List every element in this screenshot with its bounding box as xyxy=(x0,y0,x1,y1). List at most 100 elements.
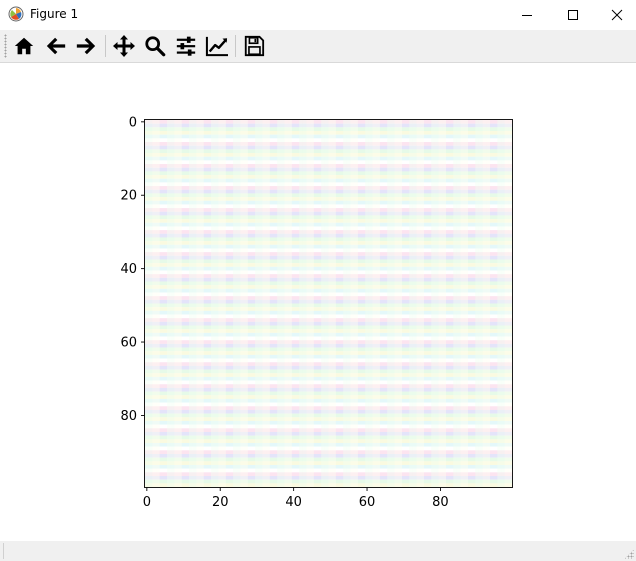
heatmap-column-tint xyxy=(478,120,483,487)
x-tick-label: 80 xyxy=(432,495,449,510)
heatmap-column-tint xyxy=(170,120,175,487)
heatmap-column-tint xyxy=(306,120,311,487)
close-icon xyxy=(611,9,623,20)
heatmap-column-tint xyxy=(280,120,285,487)
heatmap-column-tint xyxy=(148,120,153,487)
pan-button[interactable] xyxy=(111,33,137,59)
heatmap-column-tint xyxy=(497,120,502,487)
heatmap-column-tint xyxy=(152,120,157,487)
toolbar-grip[interactable] xyxy=(4,34,7,58)
heatmap-column-tint xyxy=(500,120,505,487)
heatmap-column-tint xyxy=(486,120,491,487)
heatmap-column-tint xyxy=(233,120,237,487)
heatmap-column-tint xyxy=(174,120,179,487)
line-chart-icon xyxy=(205,36,228,57)
heatmap-column-tint xyxy=(460,120,465,487)
arrow-left-icon xyxy=(46,37,66,55)
heatmap-column-tint xyxy=(156,120,160,487)
heatmap-column-tint xyxy=(368,120,373,487)
y-tick-label: 0 xyxy=(129,115,137,130)
title-bar: Figure 1 xyxy=(0,0,636,29)
heatmap-column-tint xyxy=(482,120,487,487)
home-icon xyxy=(14,37,34,55)
heatmap-column-tint xyxy=(398,120,402,487)
sliders-icon xyxy=(176,36,196,56)
heatmap-column-tint xyxy=(387,120,391,487)
edit-axes-button[interactable] xyxy=(204,33,230,59)
heatmap-column-tint xyxy=(222,120,226,487)
heatmap-column-tint xyxy=(508,120,513,487)
y-tick-label: 20 xyxy=(120,189,137,204)
heatmap-column-tint xyxy=(288,120,292,487)
y-tick-label: 60 xyxy=(120,336,137,351)
arrow-right-icon xyxy=(76,37,96,55)
move-icon xyxy=(113,35,135,57)
heatmap-column-tint xyxy=(343,120,347,487)
heatmap-column-tint xyxy=(189,120,193,487)
back-button[interactable] xyxy=(43,33,69,59)
status-bar xyxy=(0,541,636,561)
heatmap-column-tint xyxy=(178,120,182,487)
heatmap-column-tint xyxy=(350,120,355,487)
heatmap-column-tint xyxy=(244,120,248,487)
y-tick-label: 40 xyxy=(120,262,137,277)
heatmap-column-tint xyxy=(302,120,307,487)
heatmap-column-tint xyxy=(214,120,219,487)
heatmap-column-tint xyxy=(346,120,351,487)
heatmap-column-tint xyxy=(504,120,509,487)
maximize-button[interactable] xyxy=(550,0,596,29)
heatmap-column-tint xyxy=(266,120,270,487)
save-button[interactable] xyxy=(241,33,267,59)
heatmap-column-tint xyxy=(284,120,289,487)
x-tick-label: 0 xyxy=(143,495,151,510)
heatmap-column-tint xyxy=(167,120,171,487)
heatmap-column-tint xyxy=(200,120,204,487)
heatmap-column-tint xyxy=(442,120,446,487)
heatmap-column-tint xyxy=(324,120,329,487)
heatmap-column-tint xyxy=(475,120,480,487)
heatmap-column-tint xyxy=(211,120,215,487)
home-button[interactable] xyxy=(11,33,37,59)
heatmap-column-tint xyxy=(354,120,358,487)
heatmap-column-tint xyxy=(258,120,263,487)
heatmap-column-tint xyxy=(218,120,223,487)
matplotlib-icon[interactable] xyxy=(8,6,24,22)
forward-button[interactable] xyxy=(73,33,99,59)
resize-grip[interactable] xyxy=(624,549,634,559)
minimize-icon xyxy=(522,14,532,16)
heatmap-column-tint xyxy=(376,120,380,487)
window-title: Figure 1 xyxy=(30,7,79,21)
heatmap-column-tint xyxy=(321,120,325,487)
zoom-button[interactable] xyxy=(142,33,168,59)
heatmap-column-tint xyxy=(262,120,267,487)
heatmap-column-tint xyxy=(394,120,399,487)
heatmap-column-tint xyxy=(431,120,435,487)
status-divider xyxy=(3,543,4,559)
heatmap-column-tint xyxy=(416,120,421,487)
minimize-button[interactable] xyxy=(504,0,550,29)
x-tick-label: 40 xyxy=(285,495,302,510)
heatmap-column-tint xyxy=(420,120,424,487)
figure-canvas[interactable]: 0 20 40 60 80 0 20 40 60 80 xyxy=(0,63,636,541)
maximize-icon xyxy=(568,9,578,20)
heatmap-column-tint xyxy=(255,120,259,487)
heatmap-column-tint xyxy=(453,120,457,487)
close-button[interactable] xyxy=(594,0,636,29)
heatmap-column-tint xyxy=(464,120,469,487)
image-plot[interactable]: 0 20 40 60 80 0 20 40 60 80 xyxy=(0,63,636,541)
toolbar-separator xyxy=(235,35,236,57)
figure-window: Figure 1 0 20 40 60 80 0 20 40 60 80 xyxy=(0,0,636,561)
heatmap-column-tint xyxy=(240,120,245,487)
heatmap-column-tint xyxy=(277,120,281,487)
heatmap-column-tint xyxy=(196,120,201,487)
heatmap-column-tint xyxy=(409,120,413,487)
heatmap-column-tint xyxy=(456,120,461,487)
heatmap-column-tint xyxy=(434,120,439,487)
heatmap-column-tint xyxy=(372,120,377,487)
magnifier-icon xyxy=(145,36,166,57)
toolbar-separator xyxy=(105,35,106,57)
heatmap-column-tint xyxy=(390,120,395,487)
subplots-button[interactable] xyxy=(173,33,199,59)
y-tick-label: 80 xyxy=(120,409,137,424)
heatmap-column-tint xyxy=(365,120,369,487)
